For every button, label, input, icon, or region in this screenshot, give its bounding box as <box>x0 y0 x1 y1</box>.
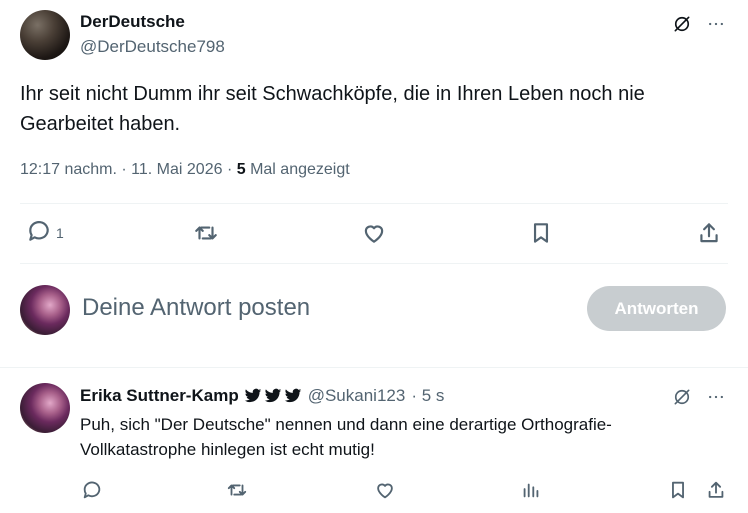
author-display-name[interactable]: DerDeutsche <box>80 12 185 32</box>
reply-author-avatar[interactable] <box>20 383 70 433</box>
post-text-line-1: Ihr seit nicht Dumm ihr seit Schwachköpf… <box>20 83 645 105</box>
like-icon[interactable] <box>360 220 388 246</box>
views-count: 5 <box>236 161 246 178</box>
divider <box>20 263 728 264</box>
reply-text-line-2: Vollkatastrophe hinlegen ist echt mutig! <box>80 440 375 459</box>
reply-timestamp[interactable]: · 5 s <box>411 386 444 406</box>
reply-submit-button[interactable]: Antworten <box>587 286 726 331</box>
reply-author-name[interactable]: Erika Suttner-Kamp <box>80 386 239 406</box>
post-meta: 12:17 nachm. · 11. Mai 2026 · 5 Mal ange… <box>20 161 350 179</box>
reply-header: Erika Suttner-Kamp @Sukani123 · 5 s <box>80 386 444 406</box>
like-icon[interactable] <box>373 478 397 502</box>
reply-input[interactable]: Deine Antwort posten <box>82 294 310 322</box>
bookmark-icon[interactable] <box>527 220 555 246</box>
divider <box>20 203 728 204</box>
reply-action[interactable]: 1 <box>26 220 64 246</box>
more-icon[interactable] <box>704 12 728 36</box>
reply-text-line-1: Puh, sich "Der Deutsche" nennen und dann… <box>80 415 612 434</box>
reply-icon <box>26 218 52 249</box>
bird-icon <box>284 388 301 403</box>
reply-icon[interactable] <box>80 478 104 502</box>
current-user-avatar[interactable] <box>20 285 70 335</box>
views-icon[interactable] <box>519 478 543 502</box>
more-icon[interactable] <box>704 385 728 409</box>
post-timestamp[interactable]: 12:17 nachm. · 11. Mai 2026 · <box>20 161 237 178</box>
reply-count: 1 <box>56 225 64 241</box>
bird-icons <box>244 388 302 404</box>
author-avatar[interactable] <box>20 10 70 60</box>
grok-icon[interactable] <box>670 385 694 409</box>
repost-icon[interactable] <box>192 220 220 246</box>
share-icon[interactable] <box>704 478 728 502</box>
repost-icon[interactable] <box>225 478 249 502</box>
bird-icon <box>264 388 281 403</box>
grok-icon[interactable] <box>670 12 694 36</box>
bookmark-icon[interactable] <box>666 478 690 502</box>
bird-icon <box>244 388 261 403</box>
views-label: Mal angezeigt <box>245 161 350 178</box>
author-handle[interactable]: @DerDeutsche798 <box>80 37 225 57</box>
reply-author-handle[interactable]: @Sukani123 <box>308 386 406 406</box>
share-icon[interactable] <box>695 220 723 246</box>
post-text-line-2: Gearbeitet haben. <box>20 113 181 135</box>
section-divider <box>0 367 748 368</box>
